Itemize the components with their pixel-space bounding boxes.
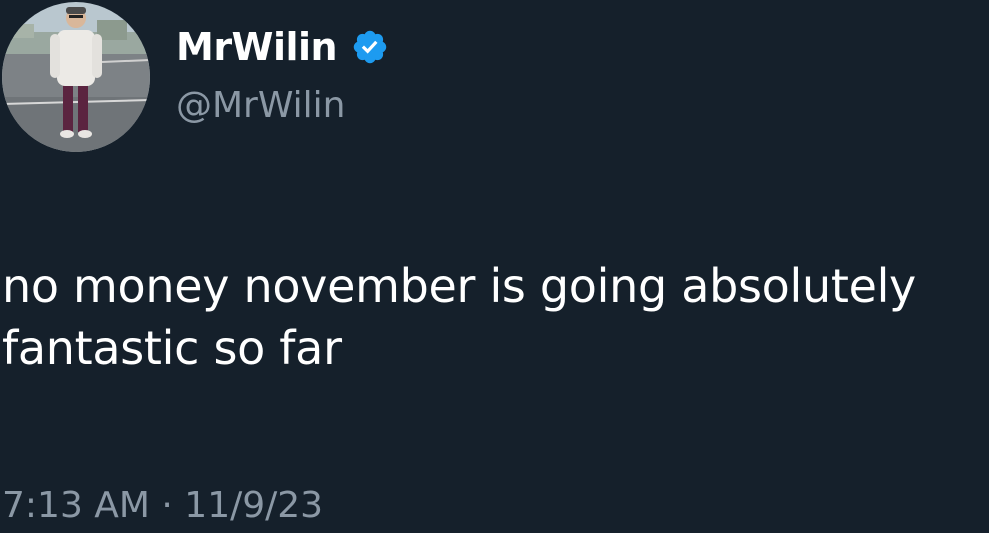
tweet-timestamp[interactable]: 7:13 AM · 11/9/23 [2,488,323,524]
tweet-text: no money november is going absolutely fa… [2,259,931,375]
profile-photo [2,2,150,152]
tweet-card: MrWilin @MrWilin no money november is go… [0,0,989,533]
avatar[interactable] [2,2,150,152]
display-name[interactable]: MrWilin [176,28,338,66]
display-name-row[interactable]: MrWilin [176,22,389,72]
user-handle[interactable]: @MrWilin [176,88,346,124]
verified-badge-icon [351,28,389,66]
